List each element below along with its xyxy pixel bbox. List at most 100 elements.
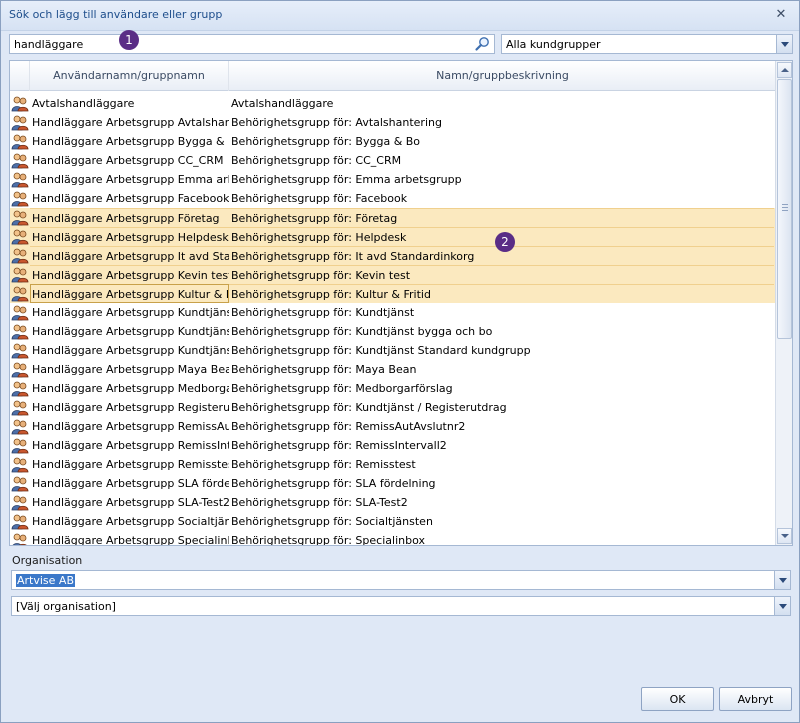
scroll-thumb[interactable]	[777, 79, 792, 339]
user-group-icon	[11, 228, 29, 245]
row-username: Handläggare Arbetsgrupp Kundtjänst	[32, 344, 229, 357]
row-description: Behörighetsgrupp för: Specialinbox	[231, 534, 425, 546]
table-row[interactable]: Handläggare Arbetsgrupp Maya Bean Behörig…	[10, 360, 776, 379]
user-group-icon	[11, 456, 29, 473]
table-row[interactable]: Handläggare Arbetsgrupp Helpdesk Behörigh…	[10, 227, 776, 246]
magnifier-icon[interactable]	[474, 36, 492, 52]
row-username: Handläggare Arbetsgrupp Socialtjänst	[32, 515, 229, 528]
user-group-icon	[11, 247, 29, 264]
column-header-description[interactable]: Namn/gruppbeskrivning	[229, 61, 776, 91]
customer-group-select[interactable]: Alla kundgrupper	[501, 34, 793, 54]
table-row[interactable]: Handläggare Arbetsgrupp Emma arbetsgrupp…	[10, 170, 776, 189]
row-username: Handläggare Arbetsgrupp Facebook	[32, 192, 229, 205]
user-group-icon	[11, 437, 29, 454]
search-field[interactable]	[9, 34, 495, 54]
column-header-username[interactable]: Användarnamn/gruppnamn	[30, 61, 229, 91]
table-row[interactable]: Handläggare Arbetsgrupp RegisterutdragBe…	[10, 398, 776, 417]
search-dialog: Sök och lägg till användare eller grupp …	[0, 0, 800, 723]
user-group-icon	[11, 475, 29, 492]
table-row[interactable]: Handläggare Arbetsgrupp Kundtjänst Behöri…	[10, 341, 776, 360]
row-description: Behörighetsgrupp för: Facebook	[231, 192, 408, 205]
table-row[interactable]: Handläggare Arbetsgrupp Specialinbox Behö…	[10, 531, 776, 546]
dialog-title: Sök och lägg till användare eller grupp	[9, 8, 223, 21]
table-row[interactable]: Handläggare Arbetsgrupp Medborgarförslag…	[10, 379, 776, 398]
row-description: Behörighetsgrupp för: Företag	[229, 208, 774, 227]
row-description: Behörighetsgrupp för: Kundtjänst bygga o…	[231, 325, 493, 338]
table-row[interactable]: Handläggare Arbetsgrupp RemissIntervall2…	[10, 436, 776, 455]
table-row[interactable]: Handläggare Arbetsgrupp Socialtjänst Behö…	[10, 512, 776, 531]
annotation-marker-2: 2	[495, 232, 515, 252]
user-group-icon	[11, 342, 29, 359]
table-row[interactable]: Handläggare Arbetsgrupp Företag Behörighe…	[10, 208, 776, 227]
row-description: Behörighetsgrupp för: RemissIntervall2	[231, 439, 447, 452]
row-description: Behörighetsgrupp för: Kundtjänst Standar…	[231, 344, 531, 357]
results-grid: Användarnamn/gruppnamn Namn/gruppbeskriv…	[9, 60, 793, 546]
table-row[interactable]: Handläggare Arbetsgrupp AvtalshanteringB…	[10, 113, 776, 132]
row-username: Handläggare Arbetsgrupp Kundtjänst	[32, 325, 229, 338]
row-username: Handläggare Arbetsgrupp Maya Bean	[32, 363, 229, 376]
chevron-down-icon[interactable]	[776, 35, 792, 53]
row-username: Avtalshandläggare	[32, 97, 135, 110]
chevron-down-icon[interactable]	[774, 571, 790, 589]
row-description: Behörighetsgrupp för: Kundtjänst	[231, 306, 415, 319]
row-username: Handläggare Arbetsgrupp RemissAutAvslutn…	[32, 420, 229, 433]
row-username: Handläggare Arbetsgrupp Registerutdrag	[32, 401, 229, 414]
close-icon[interactable]: ✕	[773, 7, 789, 23]
row-username: Handläggare Arbetsgrupp Kevin test	[30, 265, 229, 284]
scroll-down-button[interactable]	[777, 528, 792, 544]
row-description: Behörighetsgrupp för: Bygga & Bo	[231, 135, 421, 148]
vertical-scrollbar[interactable]	[775, 61, 792, 545]
row-username: Handläggare Arbetsgrupp Bygga & Bo	[32, 135, 229, 148]
user-group-icon	[11, 95, 29, 112]
row-description: Behörighetsgrupp för: Remisstest	[231, 458, 416, 471]
user-group-icon	[11, 209, 29, 226]
chevron-down-icon[interactable]	[774, 597, 790, 615]
table-row[interactable]: Handläggare Arbetsgrupp Kundtjänst Behöri…	[10, 303, 776, 322]
row-description: Behörighetsgrupp för: Avtalshantering	[231, 116, 442, 129]
user-group-icon	[11, 494, 29, 511]
table-row[interactable]: Handläggare Arbetsgrupp Bygga & Bo Behöri…	[10, 132, 776, 151]
row-username: Handläggare Arbetsgrupp Medborgarförslag	[32, 382, 229, 395]
table-row[interactable]: Handläggare Arbetsgrupp Facebook Behörigh…	[10, 189, 776, 208]
user-group-icon	[11, 190, 29, 207]
table-row[interactable]: Handläggare Arbetsgrupp Kundtjänst Behöri…	[10, 322, 776, 341]
row-description: Behörighetsgrupp för: SLA fördelning	[231, 477, 436, 490]
row-username: Handläggare Arbetsgrupp Emma arbetsgrupp	[32, 173, 229, 186]
organisation-selected-text: Artvise AB	[16, 574, 75, 587]
cancel-button[interactable]: Avbryt	[719, 687, 792, 711]
table-row[interactable]: Handläggare Arbetsgrupp SLA fördelningBe…	[10, 474, 776, 493]
row-username: Handläggare Arbetsgrupp SLA fördelning	[32, 477, 229, 490]
scroll-up-button[interactable]	[777, 62, 792, 78]
table-row[interactable]: Handläggare Arbetsgrupp Kultur & FritidB…	[10, 284, 776, 303]
row-username: Handläggare Arbetsgrupp CC_CRM	[32, 154, 224, 167]
icon-column-header	[10, 61, 30, 91]
row-description: Behörighetsgrupp för: CC_CRM	[231, 154, 402, 167]
row-description: Behörighetsgrupp för: Emma arbetsgrupp	[231, 173, 462, 186]
organisation-sub-select[interactable]: [Välj organisation]	[11, 596, 791, 616]
user-group-icon	[11, 285, 29, 302]
table-row[interactable]: Handläggare Arbetsgrupp CC_CRM Behörighet…	[10, 151, 776, 170]
table-row[interactable]: Handläggare Arbetsgrupp It avd Standardi…	[10, 246, 776, 265]
table-row[interactable]: Handläggare Arbetsgrupp Remisstest Behöri…	[10, 455, 776, 474]
row-username: Handläggare Arbetsgrupp Företag	[30, 208, 229, 227]
table-row[interactable]: Handläggare Arbetsgrupp Kevin test Behöri…	[10, 265, 776, 284]
organisation-sub-value: [Välj organisation]	[16, 600, 116, 613]
organisation-select[interactable]: Artvise AB	[11, 570, 791, 590]
search-input[interactable]	[12, 36, 472, 52]
user-group-icon	[11, 133, 29, 150]
organisation-label: Organisation	[12, 554, 83, 567]
row-username: Handläggare Arbetsgrupp Helpdesk	[30, 227, 229, 246]
customer-group-value: Alla kundgrupper	[506, 38, 601, 51]
ok-button[interactable]: OK	[641, 687, 714, 711]
row-username: Handläggare Arbetsgrupp Kundtjänst	[32, 306, 229, 319]
user-group-icon	[11, 114, 29, 131]
grid-header: Användarnamn/gruppnamn Namn/gruppbeskriv…	[10, 61, 776, 91]
table-row[interactable]: Handläggare Arbetsgrupp SLA-Test2 Behörig…	[10, 493, 776, 512]
user-group-icon	[11, 418, 29, 435]
table-row[interactable]: Avtalshandläggare Avtalshandläggare	[10, 94, 776, 113]
table-row[interactable]: Handläggare Arbetsgrupp RemissAutAvslutn…	[10, 417, 776, 436]
user-group-icon	[11, 152, 29, 169]
row-username: Handläggare Arbetsgrupp It avd Standardi…	[30, 246, 229, 265]
row-description: Behörighetsgrupp för: Kevin test	[229, 265, 774, 284]
title-bar: Sök och lägg till användare eller grupp …	[1, 1, 799, 31]
